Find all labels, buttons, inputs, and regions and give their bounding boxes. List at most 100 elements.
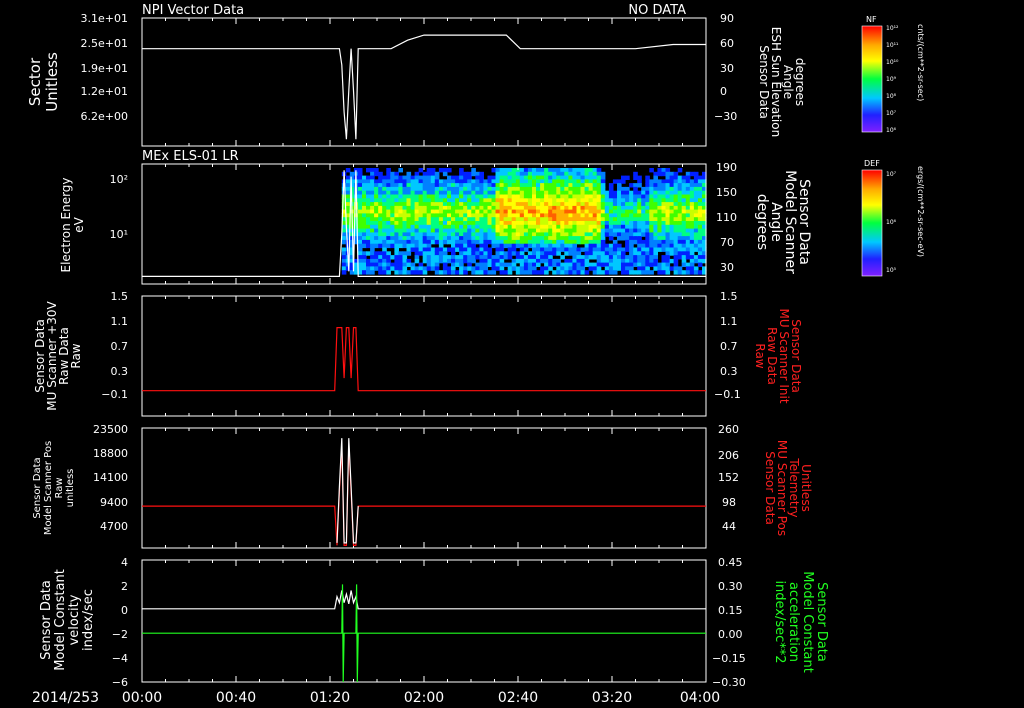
heatmap-cell [483,236,488,241]
heatmap-cell [438,247,444,252]
heatmap-cell [357,202,363,207]
heatmap-cell [617,221,622,226]
heatmap-cell [693,171,699,177]
heatmap-cell [499,217,505,222]
heatmap-cell [604,255,610,260]
axis-label-line: Raw [54,477,65,498]
heatmap-cell [523,202,529,207]
heatmap-cell [685,236,691,241]
heatmap-cell [487,270,493,275]
heatmap-cell [564,251,569,256]
heatmap-cell [532,270,537,275]
heatmap-cell [451,183,456,188]
heatmap-cell [685,221,691,226]
heatmap-cell [459,221,464,226]
heatmap-cell [548,247,553,252]
heatmap-cell [483,198,488,203]
axis-label-line: acceleration [786,582,801,662]
heatmap-cell [507,186,513,192]
heatmap-cell [471,251,476,256]
heatmap-cell [608,270,614,275]
heatmap-cell [681,255,687,260]
right-tick: 98 [722,496,736,509]
heatmap-cell [604,243,610,249]
heatmap-cell [491,262,497,267]
heatmap-cell [657,266,662,271]
heatmap-cell [491,186,497,192]
heatmap-cell [455,217,460,222]
heatmap-cell [629,213,634,218]
heatmap-cell [442,213,448,218]
heatmap-cell [560,209,565,214]
heatmap-cell [523,247,529,252]
heatmap-cell [604,228,610,233]
heatmap-cell [414,243,420,249]
heatmap-cell [592,247,598,252]
heatmap-cell [653,183,658,188]
heatmap-cell [576,228,582,233]
heatmap-cell [621,179,626,184]
heatmap-cell [612,209,618,214]
heatmap-cell [341,186,347,192]
heatmap-cell [617,202,622,207]
heatmap-cell [414,209,420,214]
heatmap-cell [447,202,452,207]
heatmap-cell [608,194,614,199]
heatmap-cell [645,239,650,245]
heatmap-cell [612,190,618,196]
heatmap-cell [386,202,391,207]
heatmap-cell [487,251,493,256]
heatmap-cell [588,251,594,256]
heatmap-cell [677,198,683,203]
heatmap-cell [487,194,493,199]
heatmap-cell [503,243,509,249]
heatmap-cell [641,251,646,256]
heatmap-cell [503,186,509,192]
heatmap-cell [657,209,662,214]
heatmap-cell [645,194,650,199]
heatmap-cell [345,168,351,173]
left-tick: 23500 [93,423,128,436]
heatmap-cell [511,209,517,214]
heatmap-cell [665,224,671,230]
heatmap-cell [697,209,703,214]
heatmap-cell [572,221,577,226]
heatmap-cell [434,190,440,196]
heatmap-cell [576,190,582,196]
heatmap-cell [544,221,549,226]
heatmap-cell [418,168,424,173]
heatmap-cell [580,194,586,199]
heatmap-cell [552,175,557,180]
heatmap-cell [398,183,403,188]
right-tick: −0.30 [712,676,746,689]
heatmap-cell [357,183,363,188]
heatmap-cell [564,202,569,207]
heatmap-cell [689,247,695,252]
heatmap-cell [503,202,509,207]
heatmap-cell [426,243,432,249]
heatmap-cell [422,183,428,188]
heatmap-cell [665,209,671,214]
heatmap-cell [540,209,545,214]
heatmap-cell [374,213,379,218]
heatmap-cell [572,209,577,214]
heatmap-cell [625,236,630,241]
heatmap-cell [689,270,695,275]
heatmap-cell [426,186,432,192]
heatmap-cell [370,217,375,222]
heatmap-cell [604,190,610,196]
heatmap-cell [572,217,577,222]
heatmap-cell [390,213,395,218]
heatmap-cell [625,270,630,275]
heatmap-cell [394,262,399,267]
heatmap-cell [519,171,525,177]
heatmap-cell [434,213,440,218]
heatmap-cell [669,194,675,199]
heatmap-cell [532,221,537,226]
heatmap-cell [532,236,537,241]
heatmap-cell [471,171,476,177]
heatmap-cell [677,236,683,241]
heatmap-cell [503,255,509,260]
heatmap-cell [451,255,456,260]
heatmap-cell [527,202,533,207]
